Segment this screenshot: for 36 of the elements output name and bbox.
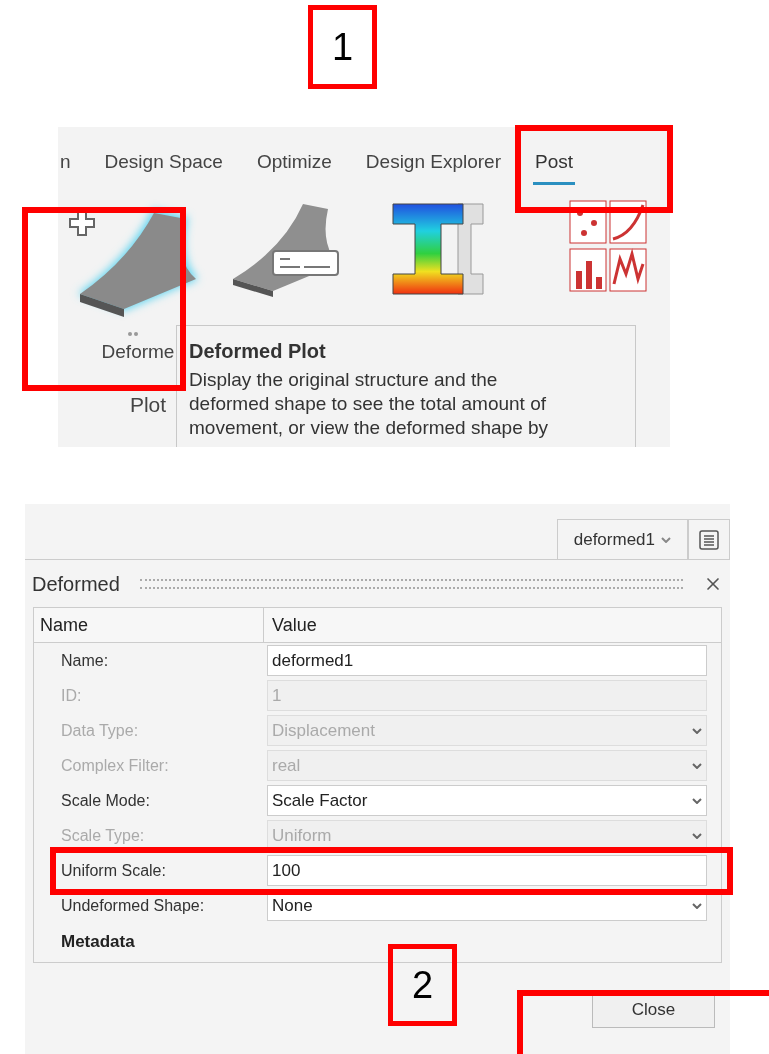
ribbon-tab[interactable]: Design Space (102, 143, 225, 185)
chevron-down-icon (692, 902, 702, 909)
ribbon-tab[interactable]: Post (533, 143, 576, 185)
drag-handle-icon (128, 332, 138, 336)
ribbon-tab[interactable]: Design Explorer (363, 143, 503, 185)
dialog-title: Deformed (32, 571, 120, 597)
tooltip-text: Display the original structure and the deformed shape to see the total amount of movement, or view the deformed shape by (189, 368, 550, 440)
chevron-down-icon (692, 762, 702, 769)
property-label: Scale Mode: (60, 790, 151, 811)
column-header: Value (271, 613, 317, 637)
list-icon[interactable] (699, 529, 719, 550)
section-heading: Metadata (60, 931, 136, 953)
chart-grid-icon (568, 199, 648, 294)
property-label: ID: (60, 685, 83, 706)
chevron-down-icon (692, 727, 702, 734)
tooltip-title: Deformed Plot (189, 339, 327, 364)
tool-label[interactable]: Plot (129, 388, 167, 420)
property-label: Complex Filter: (60, 755, 170, 776)
step-number: 1 (308, 5, 377, 89)
property-label: Undeformed Shape: (60, 895, 206, 916)
column-header: Name (34, 608, 264, 642)
result-dropdown[interactable]: deformed1 (556, 519, 688, 559)
ribbon-tab[interactable]: n (58, 143, 73, 185)
ribbon-tab[interactable]: Optimize (254, 143, 334, 185)
property-label: Data Type: (60, 720, 140, 741)
property-label: Name: (60, 650, 110, 671)
chevron-down-icon (692, 832, 702, 839)
property-label: Scale Type: (60, 825, 146, 846)
property-label: Uniform Scale: (60, 860, 167, 881)
tool-label[interactable]: Deforme (101, 338, 175, 367)
input-field[interactable]: 100 (267, 855, 707, 886)
chevron-down-icon (692, 797, 702, 804)
input-field[interactable]: deformed1 (267, 645, 707, 676)
property-select[interactable]: Scale Factor (267, 785, 707, 816)
chevron-down-icon (661, 536, 671, 543)
step-number: 2 (388, 944, 457, 1026)
